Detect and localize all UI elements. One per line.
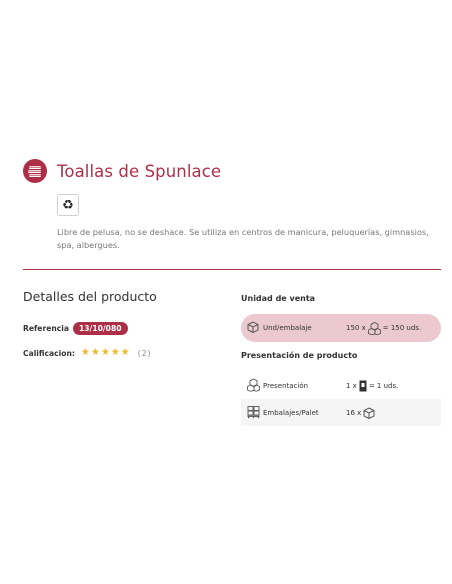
- star-icon: ★★★★★: [80, 347, 131, 358]
- recycle-icon[interactable]: ♻: [57, 194, 79, 216]
- presentation-result: = 1 uds.: [368, 381, 399, 390]
- reference-label: Referencia: [23, 324, 69, 333]
- presentation-qty: 1 x: [346, 381, 357, 390]
- rating-row: Calificacion: ★★★★★ (2): [23, 348, 152, 358]
- towel-stack-icon: [23, 159, 47, 183]
- presentation-row: Presentación 1 x = 1 uds.: [241, 372, 441, 399]
- reference-badge: 13/10/080: [72, 322, 128, 335]
- pallet-qty: 16 x: [346, 408, 362, 417]
- stack-boxes-icon: [367, 321, 381, 335]
- pallet-label: Embalajes/Palet: [263, 408, 319, 417]
- details-heading: Detalles del producto: [23, 289, 157, 304]
- pallet-value: 16 x: [346, 406, 377, 419]
- pallet-row: Embalajes/Palet 16 x: [241, 399, 441, 426]
- unit-sale-row: Und/embalaje 150 x = 150 uds.: [241, 314, 441, 342]
- box-icon: [363, 406, 375, 419]
- divider: [23, 269, 441, 270]
- rating-stars[interactable]: ★★★★★: [81, 348, 132, 358]
- unit-sale-label: Und/embalaje: [263, 324, 312, 332]
- product-description: Libre de pelusa, no se deshace. Se utili…: [57, 227, 429, 250]
- pallet-icon: [247, 405, 260, 420]
- presentation-value: 1 x = 1 uds.: [346, 380, 398, 392]
- reference-row: Referencia 13/10/080: [23, 322, 128, 335]
- product-header: Toallas de Spunlace: [23, 159, 221, 183]
- unit-icon: [359, 380, 367, 392]
- unit-sale-value: 150 x = 150 uds.: [346, 321, 422, 335]
- recycle-symbol: ♻: [62, 197, 74, 213]
- box-icon: [247, 321, 259, 335]
- presentation-heading: Presentación de producto: [241, 351, 358, 360]
- page-title: Toallas de Spunlace: [57, 161, 222, 181]
- rating-count: (2): [137, 348, 152, 358]
- unit-sale-qty: 150 x: [346, 324, 366, 332]
- presentation-label: Presentación: [263, 381, 309, 390]
- rating-label: Calificacion:: [23, 348, 75, 358]
- unit-sale-heading: Unidad de venta: [241, 294, 316, 303]
- unit-sale-result: = 150 uds.: [382, 324, 422, 332]
- stack-boxes-icon: [247, 377, 260, 393]
